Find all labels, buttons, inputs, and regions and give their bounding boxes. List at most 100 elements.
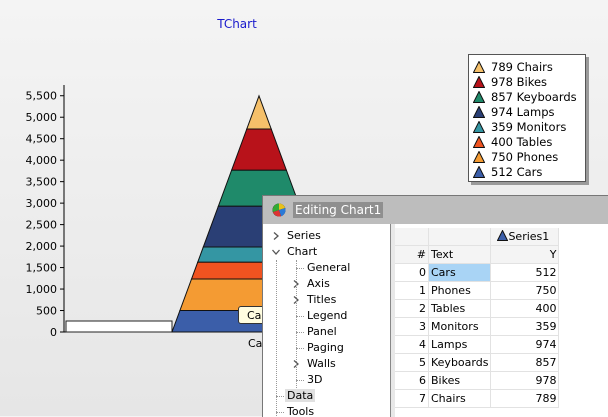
row-y-cell[interactable]: 400 xyxy=(490,299,560,318)
row-text-cell[interactable]: Lamps xyxy=(428,335,492,354)
row-text-cell[interactable]: Chairs xyxy=(428,389,492,408)
y-tick-label: 1,500 xyxy=(26,262,58,275)
tree-item-axis[interactable]: Axis xyxy=(305,276,332,292)
legend-label: 512 Cars xyxy=(491,164,543,179)
data-grid[interactable]: Series1 # Text Y 0 Cars 512 1 Phones 750 2 Tabl… xyxy=(395,228,560,408)
tree-item-paging[interactable]: Paging xyxy=(305,340,346,356)
row-y-cell[interactable]: 750 xyxy=(490,281,560,300)
row-text-cell[interactable]: Keyboards xyxy=(428,353,492,372)
row-index: 0 xyxy=(395,263,429,282)
row-index: 2 xyxy=(395,299,429,318)
tree-item-3d[interactable]: 3D xyxy=(305,372,324,388)
tree-item-panel[interactable]: Panel xyxy=(305,324,339,340)
tree-item-titles[interactable]: Titles xyxy=(305,292,338,308)
tree-item-walls[interactable]: Walls xyxy=(305,356,338,372)
legend-item[interactable]: 512 Cars xyxy=(473,164,542,179)
column-header-text[interactable]: Text xyxy=(428,245,492,264)
row-y-cell[interactable]: 359 xyxy=(490,317,560,336)
tree-item-label: Tools xyxy=(287,405,315,417)
tree-connector xyxy=(296,268,304,269)
tree-item-general[interactable]: General xyxy=(305,260,352,276)
chevron-down-icon[interactable] xyxy=(271,247,281,257)
tree-item-label: 3D xyxy=(307,373,323,386)
grid-row[interactable]: 6 Bikes 978 xyxy=(395,371,560,390)
row-text-cell[interactable]: Cars xyxy=(428,263,492,282)
row-y-cell[interactable]: 974 xyxy=(490,335,560,354)
x-tick-label: Ca xyxy=(248,337,263,350)
tree-item-data[interactable]: Data xyxy=(285,388,316,404)
chevron-right-icon[interactable] xyxy=(271,231,281,241)
y-tick-label: 2,500 xyxy=(26,219,58,232)
column-header-y[interactable]: Y xyxy=(490,245,560,264)
row-text-cell[interactable]: Bikes xyxy=(428,371,492,390)
row-y-cell[interactable]: 978 xyxy=(490,371,560,390)
legend-label: 789 Chairs xyxy=(491,59,553,74)
legend-label: 857 Keyboards xyxy=(491,89,577,104)
teechart-app-icon xyxy=(272,203,286,217)
legend-item[interactable]: 789 Chairs xyxy=(473,59,553,74)
tree-item-label: Axis xyxy=(307,277,330,290)
legend-item[interactable]: 974 Lamps xyxy=(473,104,555,119)
tree-guide-line xyxy=(276,260,277,417)
tree-item-legend[interactable]: Legend xyxy=(305,308,349,324)
row-index: 3 xyxy=(395,317,429,336)
row-y-cell[interactable]: 512 xyxy=(490,263,560,282)
row-y-cell[interactable]: 857 xyxy=(490,353,560,372)
tree-connector xyxy=(296,332,304,333)
dialog-titlebar[interactable]: Editing Chart1 xyxy=(263,196,608,224)
legend-label: 974 Lamps xyxy=(491,104,555,119)
chart-floor xyxy=(65,320,173,333)
tree-item-label: Paging xyxy=(307,341,344,354)
row-text-cell[interactable]: Phones xyxy=(428,281,492,300)
y-tick-label: 0 xyxy=(50,326,57,339)
legend-item[interactable]: 750 Phones xyxy=(473,149,558,164)
row-text-cell[interactable]: Monitors xyxy=(428,317,492,336)
grid-row[interactable]: 7 Chairs 789 xyxy=(395,389,560,408)
legend-label: 750 Phones xyxy=(491,149,559,164)
grid-row[interactable]: 3 Monitors 359 xyxy=(395,317,560,336)
legend-triangle-icon xyxy=(473,150,485,163)
grid-row[interactable]: 1 Phones 750 xyxy=(395,281,560,300)
grid-row[interactable]: 4 Lamps 974 xyxy=(395,335,560,354)
pyramid-slice-chairs[interactable] xyxy=(246,94,272,130)
series-column-header[interactable]: Series1 xyxy=(490,228,560,246)
editing-dialog[interactable]: Editing Chart1 Series Chart General Axis Tit… xyxy=(262,195,608,417)
row-index: 5 xyxy=(395,353,429,372)
grid-row[interactable]: 2 Tables 400 xyxy=(395,299,560,318)
pyramid-slice-bikes[interactable] xyxy=(230,128,288,171)
row-text-cell[interactable]: Tables xyxy=(428,299,492,318)
tree-item-tools[interactable]: Tools xyxy=(285,404,316,417)
legend-triangle-icon xyxy=(473,135,485,148)
legend-triangle-icon xyxy=(473,75,485,88)
y-tick-label: 500 xyxy=(36,305,57,318)
editor-tree[interactable]: Series Chart General Axis Titles Legend Panel P… xyxy=(263,224,391,417)
tree-item-label: Legend xyxy=(307,309,348,322)
row-index: 7 xyxy=(395,389,429,408)
tree-item-label: Walls xyxy=(307,357,336,370)
data-grid-pane[interactable]: Series1 # Text Y 0 Cars 512 1 Phones 750 2 Tabl… xyxy=(391,224,608,417)
grid-row[interactable]: 5 Keyboards 857 xyxy=(395,353,560,372)
row-index: 6 xyxy=(395,371,429,390)
tree-item-series[interactable]: Series xyxy=(285,228,323,244)
tree-item-label: Chart xyxy=(287,245,318,258)
legend-item[interactable]: 400 Tables xyxy=(473,134,552,149)
series-triangle-icon xyxy=(497,229,509,241)
row-index: 4 xyxy=(395,335,429,354)
y-tick-label: 5,500 xyxy=(26,90,58,103)
y-tick-label: 2,000 xyxy=(26,240,58,253)
chart-legend[interactable]: 789 Chairs 978 Bikes 857 Keyboards 974 Lamp… xyxy=(468,54,586,182)
legend-triangle-icon xyxy=(473,120,485,133)
tree-guide-line xyxy=(296,260,297,388)
legend-item[interactable]: 857 Keyboards xyxy=(473,89,577,104)
tree-item-chart[interactable]: Chart xyxy=(285,244,319,260)
legend-triangle-icon xyxy=(473,165,485,178)
tree-item-label: Data xyxy=(285,389,316,402)
column-header-index[interactable]: # xyxy=(395,245,429,264)
legend-item[interactable]: 978 Bikes xyxy=(473,74,547,89)
tree-item-label: Titles xyxy=(307,293,337,306)
tree-item-label: Series xyxy=(287,229,321,242)
legend-item[interactable]: 359 Monitors xyxy=(473,119,566,134)
y-tick-label: 4,500 xyxy=(26,133,58,146)
grid-row[interactable]: 0 Cars 512 xyxy=(395,263,560,282)
row-y-cell[interactable]: 789 xyxy=(490,389,560,408)
